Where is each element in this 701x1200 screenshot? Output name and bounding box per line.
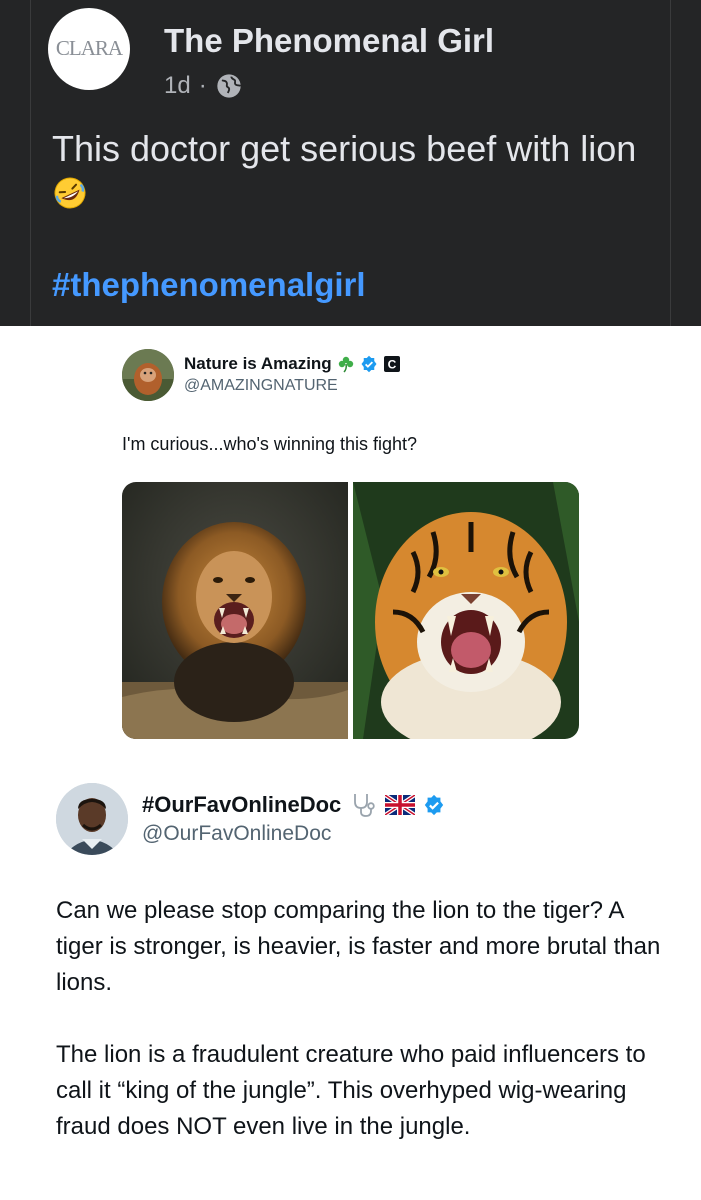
lion-photo[interactable]	[122, 482, 348, 739]
stethoscope-icon	[354, 794, 375, 817]
tweet2-avatar[interactable]	[56, 783, 128, 855]
rolling-laughing-emoji-icon	[54, 177, 86, 209]
post-time[interactable]: 1d	[164, 72, 191, 100]
avatar-logo: CLARA	[55, 36, 123, 60]
tweet1-text: I'm curious...who's winning this fight?	[122, 434, 418, 454]
divider	[30, 0, 31, 326]
svg-text:C: C	[387, 358, 396, 372]
doctor-avatar-image	[56, 783, 128, 855]
post-author-name[interactable]: The Phenomenal Girl	[164, 22, 494, 60]
divider	[670, 0, 671, 326]
orangutan-avatar-image	[122, 349, 174, 401]
post-meta: 1d ·	[164, 72, 243, 100]
globe-icon	[217, 74, 242, 98]
lion-image	[122, 482, 348, 739]
verified-badge-icon	[425, 794, 444, 816]
tweet1-handle[interactable]: @AMAZINGNATURE	[184, 377, 338, 395]
c-badge-icon: C	[383, 356, 400, 372]
page-avatar[interactable]: CLARA	[48, 8, 130, 90]
tweet1-author-name: Nature is Amazing	[184, 354, 332, 373]
tweet2-paragraph-2: The lion is a fraudulent creature who pa…	[56, 1041, 646, 1140]
verified-badge-icon	[361, 355, 377, 373]
tweet2-handle[interactable]: @OurFavOnlineDoc	[142, 822, 331, 846]
post-hashtag[interactable]: #thephenomenalgirl	[52, 266, 366, 304]
meta-separator: ·	[198, 72, 207, 99]
tweet2-author-name: #OurFavOnlineDoc	[142, 792, 342, 817]
post-text-content: This doctor get serious beef with lion	[52, 128, 637, 169]
uk-flag-icon	[385, 795, 416, 815]
tiger-photo[interactable]	[353, 482, 579, 739]
post-text: This doctor get serious beef with lion	[52, 126, 652, 218]
clover-icon	[338, 356, 353, 373]
tweet2-author[interactable]: #OurFavOnlineDoc	[142, 791, 445, 819]
tiger-image	[353, 482, 579, 739]
facebook-post-header: CLARA The Phenomenal Girl 1d · This doct…	[0, 0, 701, 326]
tweet1-author[interactable]: Nature is Amazing C	[184, 354, 401, 374]
tweet1-avatar[interactable]	[122, 349, 174, 401]
tweet2-paragraph-1: Can we please stop comparing the lion to…	[56, 897, 661, 996]
